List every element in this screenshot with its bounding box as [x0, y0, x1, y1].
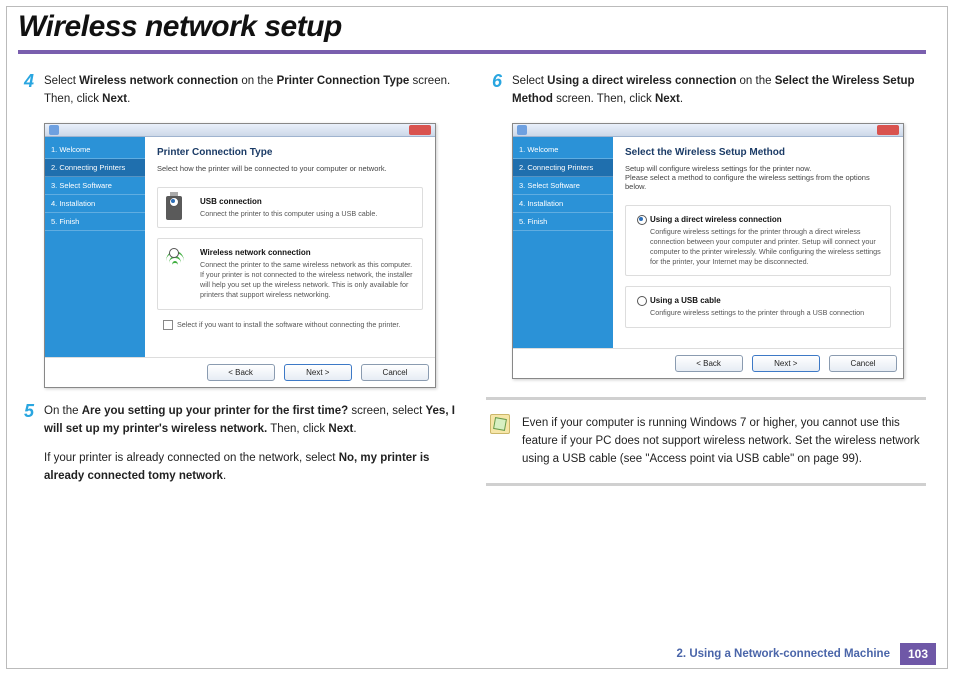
option-direct-wireless[interactable]: Using a direct wireless connection Confi… [625, 205, 891, 277]
window-body: 1. Welcome 2. Connecting Printers 3. Sel… [45, 137, 435, 357]
step-text: On the Are you setting up your printer f… [44, 402, 458, 486]
option-direct-label: Using a direct wireless connection [650, 214, 882, 225]
sidebar-item-4: 4. Installation [45, 195, 145, 213]
wizard-sidebar: 1. Welcome 2. Connecting Printers 3. Sel… [513, 137, 613, 348]
note-block: Even if your computer is running Windows… [486, 397, 926, 469]
close-icon[interactable] [877, 125, 899, 135]
option-usb[interactable]: USB connection Connect the printer to th… [157, 187, 423, 228]
columns: 4 Select Wireless network connection on … [18, 72, 926, 499]
back-button[interactable]: < Back [207, 364, 275, 381]
step-6: 6 Select Using a direct wireless connect… [486, 72, 926, 109]
note-end-rule [486, 483, 926, 486]
wizard-title: Select the Wireless Setup Method [625, 147, 891, 158]
wizard-title: Printer Connection Type [157, 147, 423, 158]
page-number: 103 [900, 643, 936, 665]
wizard-subtitle: Setup will configure wireless settings f… [625, 164, 891, 191]
col-left: 4 Select Wireless network connection on … [18, 72, 458, 499]
option-direct-desc: Configure wireless settings for the prin… [650, 227, 881, 266]
option-usb-cable-desc: Configure wireless settings to the print… [650, 308, 864, 317]
app-icon [49, 125, 59, 135]
button-row: < Back Next > Cancel [513, 348, 903, 378]
option-usb-desc: Connect the printer to this computer usi… [200, 209, 377, 218]
option-usb-cable[interactable]: Using a USB cable Configure wireless set… [625, 286, 891, 327]
chapter-label: 2. Using a Network-connected Machine [677, 648, 890, 660]
sidebar-item-1: 1. Welcome [513, 141, 613, 159]
option-usb-cable-label: Using a USB cable [650, 295, 882, 306]
step-number: 6 [486, 72, 502, 109]
window-body: 1. Welcome 2. Connecting Printers 3. Sel… [513, 137, 903, 348]
app-icon [517, 125, 527, 135]
step-4: 4 Select Wireless network connection on … [18, 72, 458, 109]
wizard-subtitle: Select how the printer will be connected… [157, 164, 423, 173]
sidebar-item-2: 2. Connecting Printers [513, 159, 613, 177]
radio-usb-cable[interactable] [637, 296, 647, 306]
wizard-main: Select the Wireless Setup Method Setup w… [613, 137, 903, 348]
installer-window-2: 1. Welcome 2. Connecting Printers 3. Sel… [512, 123, 904, 379]
step-5: 5 On the Are you setting up your printer… [18, 402, 458, 486]
page-title: Wireless network setup [18, 10, 926, 44]
button-row: < Back Next > Cancel [45, 357, 435, 387]
wizard-main: Printer Connection Type Select how the p… [145, 137, 435, 357]
checkbox-row[interactable]: Select if you want to install the softwa… [157, 320, 423, 330]
checkbox-icon[interactable] [163, 320, 173, 330]
checkbox-label: Select if you want to install the softwa… [177, 320, 400, 329]
footer: 2. Using a Network-connected Machine 103 [677, 643, 936, 665]
sidebar-item-1: 1. Welcome [45, 141, 145, 159]
next-button[interactable]: Next > [284, 364, 352, 381]
window-titlebar [45, 124, 435, 137]
sidebar-item-4: 4. Installation [513, 195, 613, 213]
next-button[interactable]: Next > [752, 355, 820, 372]
note-icon [490, 414, 510, 434]
sidebar-item-5: 5. Finish [45, 213, 145, 231]
note-text: Even if your computer is running Windows… [522, 414, 926, 469]
installer-window-1: 1. Welcome 2. Connecting Printers 3. Sel… [44, 123, 436, 388]
sidebar-item-3: 3. Select Software [45, 177, 145, 195]
title-rule [18, 50, 926, 54]
radio-wifi[interactable] [169, 248, 179, 258]
option-wifi-label: Wireless network connection [200, 247, 414, 258]
radio-usb[interactable] [169, 197, 179, 207]
step-number: 4 [18, 72, 34, 109]
close-icon[interactable] [409, 125, 431, 135]
option-wifi-desc: Connect the printer to the same wireless… [200, 260, 413, 299]
sidebar-item-5: 5. Finish [513, 213, 613, 231]
step-number: 5 [18, 402, 34, 486]
sidebar-item-3: 3. Select Software [513, 177, 613, 195]
step-text: Select Wireless network connection on th… [44, 72, 458, 109]
step-text: Select Using a direct wireless connectio… [512, 72, 926, 109]
back-button[interactable]: < Back [675, 355, 743, 372]
sidebar-item-2: 2. Connecting Printers [45, 159, 145, 177]
page: Wireless network setup 4 Select Wireless… [0, 0, 954, 499]
radio-direct[interactable] [637, 215, 647, 225]
cancel-button[interactable]: Cancel [829, 355, 897, 372]
option-wifi[interactable]: Wireless network connection Connect the … [157, 238, 423, 310]
window-titlebar [513, 124, 903, 137]
col-right: 6 Select Using a direct wireless connect… [486, 72, 926, 499]
wizard-sidebar: 1. Welcome 2. Connecting Printers 3. Sel… [45, 137, 145, 357]
option-usb-label: USB connection [200, 196, 414, 207]
cancel-button[interactable]: Cancel [361, 364, 429, 381]
